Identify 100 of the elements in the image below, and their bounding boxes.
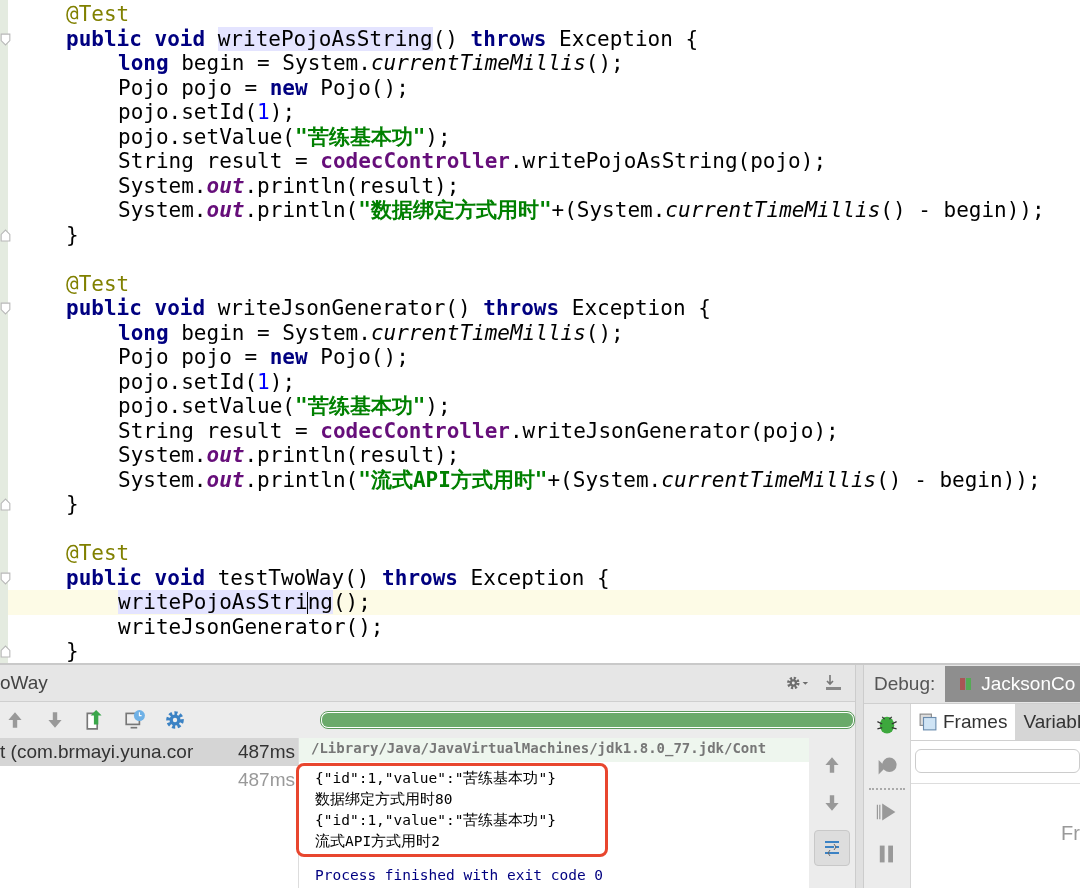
code-token: writeJsonGenerator (217, 296, 446, 320)
code-token: pojo.setValue( (118, 394, 295, 418)
fold-marker-icon[interactable] (0, 302, 11, 315)
code-token: begin = System. (180, 51, 371, 75)
code-token: Exception { (469, 565, 610, 590)
code-token: () (445, 296, 472, 320)
code-token: } (66, 492, 79, 516)
code-token: Pojo pojo = (118, 75, 259, 100)
code-token: ); (269, 369, 296, 394)
code-token: "苦练基本功" (295, 124, 426, 149)
code-token: } (66, 639, 79, 663)
console-command: /Library/Java/JavaVirtualMachines/jdk1.8.0_77.jdk/Cont (299, 738, 809, 762)
soft-wrap-button[interactable] (814, 830, 850, 866)
code-token: .writeJsonGenerator(pojo); (509, 418, 839, 443)
code-token: currentTimeMillis (370, 320, 586, 345)
monitor-clock-icon[interactable] (124, 709, 146, 731)
code-token: pojo.setValue( (118, 124, 295, 149)
code-token: public void (66, 296, 207, 320)
code-token: "苦练基本功" (295, 394, 426, 418)
code-token: ); (269, 100, 296, 124)
fold-marker-icon[interactable] (0, 32, 11, 46)
code-token: testTwoWay (217, 565, 345, 590)
empty-message: Fr (1061, 822, 1080, 844)
code-token: () (344, 565, 371, 590)
fold-marker-icon[interactable] (0, 571, 11, 585)
soft-wrap-icon (822, 838, 842, 858)
code-token: Pojo pojo = (118, 345, 259, 369)
panel-tab[interactable]: Variabl (1015, 704, 1080, 740)
code-token: pojo.setId( (118, 369, 258, 394)
code-token: Pojo(); (319, 345, 409, 369)
code-token: "流式API方式用时" (358, 467, 548, 492)
code-token: currentTimeMillis (661, 467, 877, 492)
code-token: System. (118, 173, 207, 198)
code-token: pojo.setId( (118, 100, 258, 124)
code-token: 1 (257, 369, 270, 394)
code-token: writePojoAsString (217, 26, 433, 51)
code-token: new (269, 75, 308, 100)
code-token: long (118, 51, 169, 75)
code-token: .writePojoAsString(pojo); (509, 149, 827, 173)
code-token: .println( (244, 467, 359, 492)
code-token: Exception { (558, 26, 699, 51)
fold-marker-icon[interactable] (0, 645, 11, 658)
panel-title: oWay (0, 672, 49, 694)
code-token: () (432, 26, 459, 51)
code-token: (); (585, 320, 624, 345)
code-token: System. (118, 467, 207, 492)
code-token: .println(result); (244, 443, 460, 467)
code-token: @Test (66, 271, 130, 296)
test-row[interactable]: t (com.brmayi.yuna.cor 487ms (0, 738, 298, 766)
panel-title: Debug: (873, 673, 937, 695)
code-token: (); (585, 51, 624, 75)
code-token: System. (118, 443, 207, 467)
code-token: ng (307, 590, 333, 614)
code-token: (); (332, 590, 371, 614)
code-token: ); (425, 124, 451, 149)
code-token: () - begin)); (880, 198, 1045, 222)
code-token: +(System. (551, 198, 666, 222)
code-token: new (269, 345, 308, 369)
code-token: currentTimeMillis (665, 198, 881, 222)
panel-splitter[interactable] (855, 665, 864, 888)
code-token: ); (425, 394, 451, 418)
console-output: 流式API方式用时2 (315, 832, 441, 851)
code-token: out (206, 173, 245, 198)
code-token: "数据绑定方式用时" (358, 198, 552, 222)
code-token: @Test (66, 541, 130, 565)
code-token: String result = (118, 418, 309, 443)
console-exit-message: Process finished with exit code 0 (314, 866, 605, 883)
code-token: throws (483, 296, 560, 320)
code-token: .println(result); (244, 173, 460, 198)
console-output: {"id":1,"value":"苦练基本功"} (315, 811, 557, 830)
code-token: public void (66, 26, 207, 51)
code-token: writeJsonGenerator(); (118, 614, 384, 639)
code-token: out (206, 198, 245, 222)
code-token: 1 (257, 100, 270, 124)
console-output: 数据绑定方式用时80 (315, 790, 454, 809)
code-token: throws (470, 26, 547, 51)
code-token: String result = (118, 149, 309, 173)
settings-icon[interactable] (164, 709, 186, 731)
fold-marker-icon[interactable] (0, 498, 11, 511)
code-token: writePojoAsStri (118, 590, 308, 614)
console-output: {"id":1,"value":"苦练基本功"} (315, 769, 557, 788)
frames-icon (919, 713, 937, 731)
code-token: throws (382, 565, 458, 590)
code-token: long (118, 320, 169, 345)
search-field[interactable] (915, 749, 1080, 773)
code-token: begin = System. (180, 320, 371, 345)
code-token: Exception { (570, 296, 711, 320)
panel-tab[interactable]: Frames (911, 704, 1016, 740)
code-token: out (206, 443, 245, 467)
code-token: +(System. (547, 467, 662, 492)
fold-marker-icon[interactable] (0, 228, 11, 242)
code-token: } (66, 222, 79, 247)
code-token: .println( (244, 198, 359, 222)
code-token: currentTimeMillis (370, 51, 586, 75)
code-token: out (206, 467, 245, 492)
code-token: codecController (320, 149, 510, 173)
code-token: public void (66, 565, 207, 590)
code-token: codecController (320, 418, 510, 443)
code-token: Pojo(); (319, 75, 409, 100)
code-token: System. (118, 198, 207, 222)
